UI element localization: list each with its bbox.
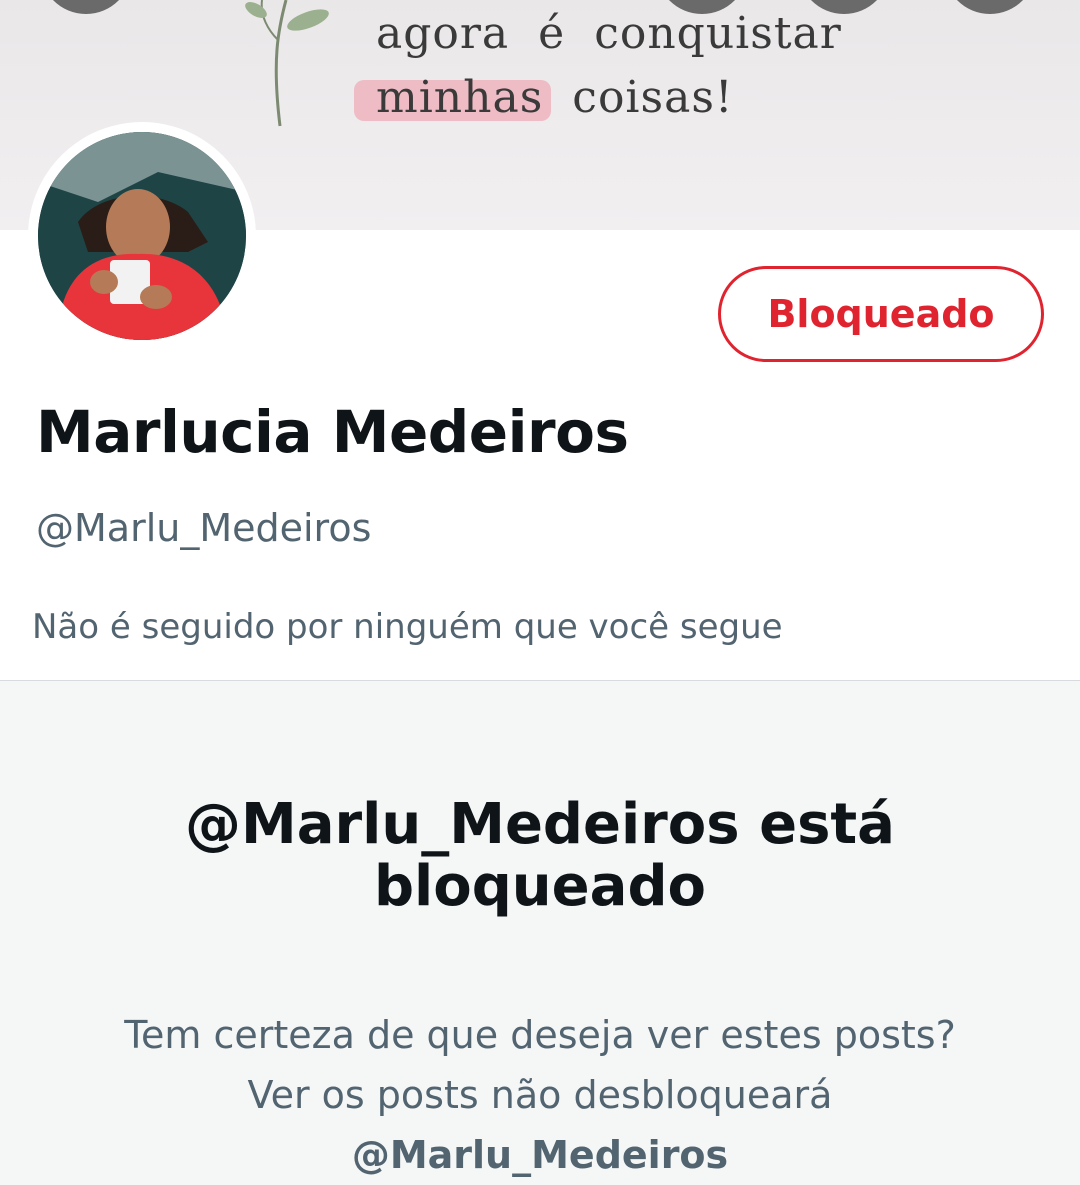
avatar[interactable] <box>38 132 246 340</box>
display-name: Marlucia Medeiros <box>36 398 629 466</box>
followers-you-know-note: Não é seguido por ninguém que você segue <box>32 607 783 647</box>
blocked-description-handle: @Marlu_Medeiros <box>351 1133 729 1177</box>
plant-illustration <box>245 0 329 127</box>
profile-handle: @Marlu_Medeiros <box>36 506 372 550</box>
banner-word: conquistar <box>594 8 842 59</box>
blocked-title-line2: bloqueado <box>373 854 707 919</box>
banner-highlight-word: minhas <box>376 72 544 123</box>
blocked-button-label: Bloqueado <box>767 292 995 336</box>
back-button[interactable] <box>40 0 132 14</box>
banner-word: coisas! <box>572 72 734 123</box>
avatar-photo <box>38 132 246 340</box>
banner-text-line2: minhas coisas! <box>376 72 734 123</box>
blocked-button[interactable]: Bloqueado <box>718 266 1044 362</box>
blocked-description-text: Tem certeza de que deseja ver estes post… <box>124 1013 956 1117</box>
banner-word: é <box>538 8 566 59</box>
banner-word: agora <box>376 8 510 59</box>
blocked-notice-description: Tem certeza de que deseja ver estes post… <box>100 1005 980 1185</box>
blocked-title-line1: @Marlu_Medeiros está <box>185 792 895 857</box>
blocked-notice-title: @Marlu_Medeiros está bloqueado <box>90 794 990 918</box>
banner-text-line1: agora é conquistar <box>376 8 842 59</box>
more-button[interactable] <box>944 0 1036 14</box>
